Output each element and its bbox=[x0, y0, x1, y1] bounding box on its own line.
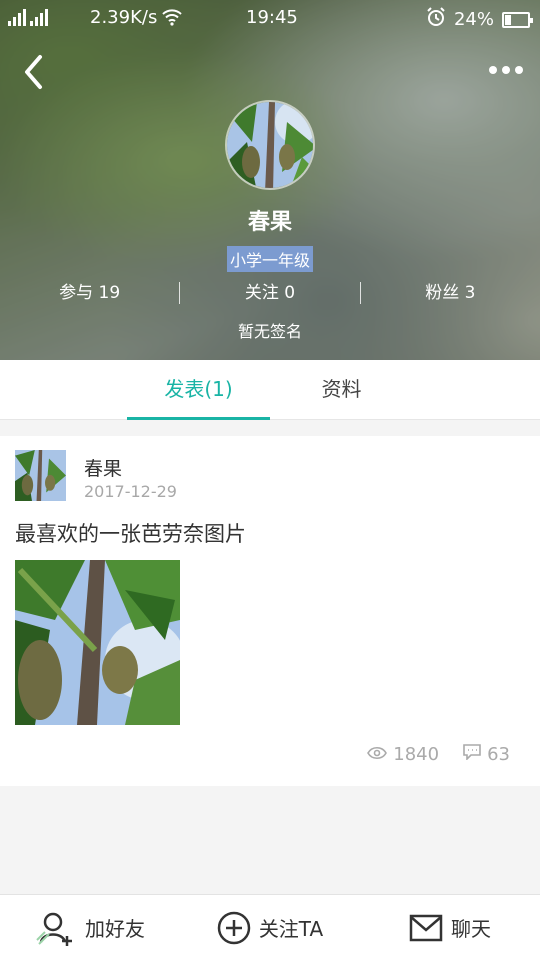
post-image[interactable] bbox=[15, 560, 180, 725]
status-bar: 2.39K/s 19:45 24% bbox=[0, 0, 540, 38]
avatar[interactable] bbox=[225, 100, 315, 190]
post-meta: 1840 63 bbox=[367, 744, 510, 765]
clock: 19:45 bbox=[246, 7, 298, 28]
add-friend-button[interactable]: 加好友 bbox=[0, 895, 180, 960]
followers-count[interactable]: 粉丝 3 bbox=[361, 280, 540, 306]
add-user-icon bbox=[36, 912, 72, 946]
wifi-icon bbox=[162, 8, 182, 31]
profile-header: 2.39K/s 19:45 24% 春果 小学一年级 参与 19 关注 0 粉丝… bbox=[0, 0, 540, 360]
fig-photo bbox=[15, 450, 66, 501]
profile-signature: 暂无签名 bbox=[237, 322, 302, 341]
grade-badge: 小学一年级 bbox=[226, 246, 313, 272]
battery-percent: 24% bbox=[453, 9, 494, 30]
post-card[interactable]: 春果 2017-12-29 最喜欢的一张芭劳奈图片 1840 63 bbox=[0, 436, 540, 786]
fig-photo bbox=[227, 102, 313, 188]
chat-label: 聊天 bbox=[451, 917, 491, 941]
eye-icon bbox=[367, 744, 388, 765]
following-count[interactable]: 关注 0 bbox=[180, 280, 359, 306]
fig-photo bbox=[15, 560, 180, 725]
comment-count: 63 bbox=[487, 744, 510, 765]
signal-icons bbox=[8, 8, 48, 26]
add-friend-label: 加好友 bbox=[85, 917, 145, 941]
tab-posts[interactable]: 发表(1) bbox=[127, 360, 270, 420]
battery-icon bbox=[502, 11, 533, 28]
post-avatar[interactable] bbox=[15, 450, 66, 501]
signal-icon bbox=[30, 8, 48, 26]
post-date: 2017-12-29 bbox=[84, 482, 177, 501]
net-speed: 2.39K/s bbox=[90, 7, 158, 28]
view-count: 1840 bbox=[393, 744, 440, 765]
profile-name: 春果 bbox=[247, 210, 292, 235]
chevron-left-icon bbox=[25, 55, 42, 89]
envelope-icon bbox=[409, 914, 443, 941]
follow-label: 关注TA bbox=[258, 917, 324, 941]
signal-icon bbox=[8, 8, 26, 26]
back-button[interactable] bbox=[18, 52, 50, 92]
follow-button[interactable]: 关注TA bbox=[180, 895, 360, 960]
alarm-icon bbox=[426, 7, 446, 32]
tab-profile-info[interactable]: 资料 bbox=[270, 360, 413, 420]
comment-icon[interactable] bbox=[463, 744, 481, 765]
post-text: 最喜欢的一张芭劳奈图片 bbox=[15, 522, 246, 546]
post-author[interactable]: 春果 bbox=[84, 454, 122, 481]
bottom-action-bar: 加好友 关注TA 聊天 bbox=[0, 894, 540, 960]
profile-tabs: 发表(1) 资料 bbox=[0, 360, 540, 420]
participate-count[interactable]: 参与 19 bbox=[0, 280, 179, 306]
profile-stats: 参与 19 关注 0 粉丝 3 bbox=[0, 280, 540, 306]
plus-circle-icon bbox=[217, 911, 251, 944]
more-button[interactable] bbox=[484, 58, 528, 82]
chat-button[interactable]: 聊天 bbox=[360, 895, 540, 960]
